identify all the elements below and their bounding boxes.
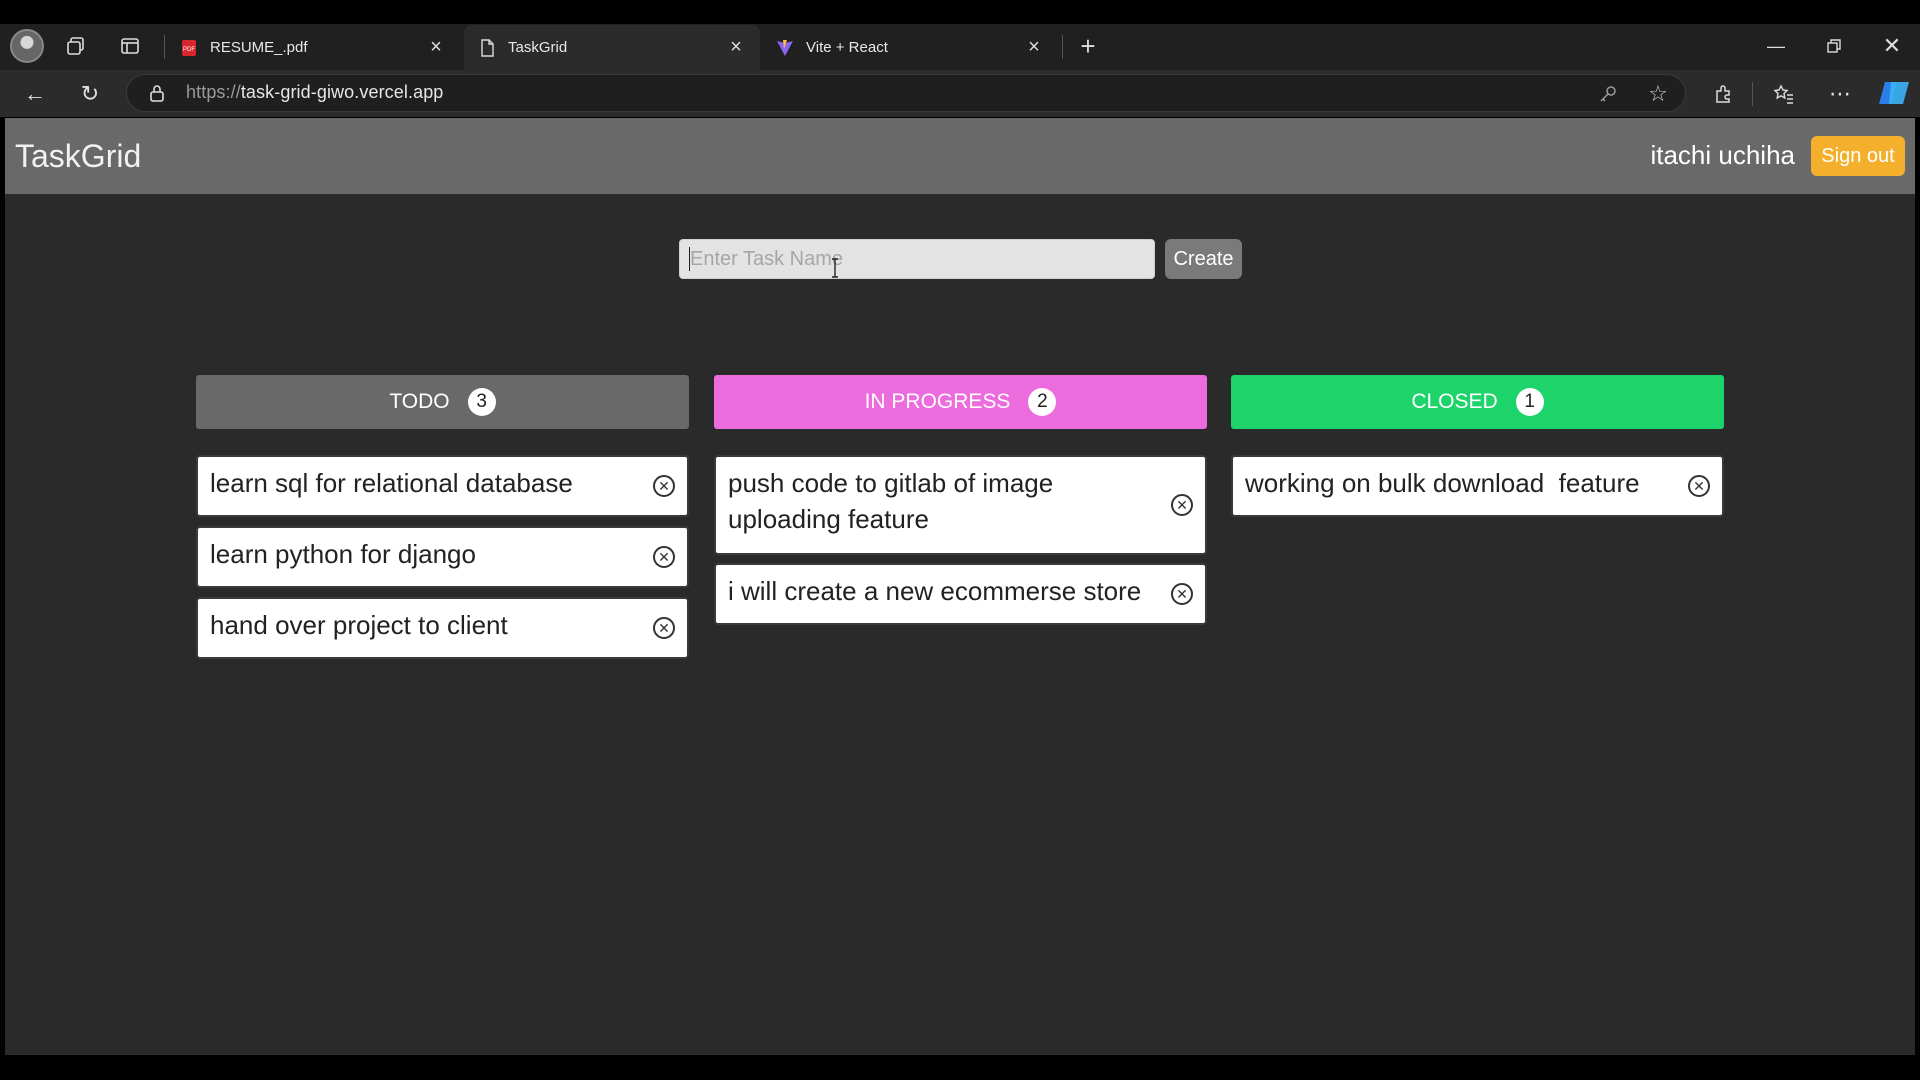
task-text: working on bulk download feature [1245, 468, 1640, 498]
favorite-star-icon[interactable]: ☆ [1644, 80, 1672, 108]
tab-label: TaskGrid [508, 39, 568, 56]
url-host: task-grid-giwo.vercel.app [240, 82, 444, 102]
task-card[interactable]: learn python for django ✕ [196, 526, 689, 588]
task-card[interactable]: i will create a new ecommerse store ✕ [714, 563, 1207, 625]
svg-text:PDF: PDF [183, 47, 195, 53]
tab-separator [1062, 35, 1063, 59]
url-protocol: https:// [186, 82, 241, 102]
app-brand: TaskGrid [15, 138, 142, 174]
toolbar-separator [1752, 82, 1753, 106]
tab-label: Vite + React [806, 39, 888, 56]
page-icon [481, 38, 494, 57]
tab-separator [164, 35, 165, 59]
task-card[interactable]: push code to gitlab of image uploading f… [714, 455, 1207, 555]
minimize-icon[interactable]: — [1756, 28, 1796, 64]
column-title: IN PROGRESS [864, 390, 1011, 413]
task-count-badge: 3 [467, 388, 496, 416]
task-name-input[interactable] [679, 239, 1155, 279]
task-card[interactable]: learn sql for relational database ✕ [196, 455, 689, 517]
app-viewport: TaskGrid itachi uchiha Sign out Create T… [5, 118, 1915, 1055]
new-tab-icon[interactable]: + [1072, 30, 1104, 62]
url-text[interactable]: https://task-grid-giwo.vercel.app [186, 82, 443, 103]
tab-vite-react[interactable]: Vite + React × [762, 25, 1058, 70]
delete-task-icon[interactable]: ✕ [1171, 583, 1193, 605]
tab-label: RESUME_.pdf [210, 39, 308, 56]
column-title: TODO [389, 390, 450, 413]
todo-column-header: TODO 3 [196, 375, 689, 429]
task-text: learn python for django [210, 539, 476, 569]
refresh-icon[interactable]: ↻ [73, 77, 107, 111]
task-count-badge: 2 [1028, 388, 1057, 416]
delete-task-icon[interactable]: ✕ [1171, 494, 1193, 516]
user-name: itachi uchiha [1650, 140, 1795, 170]
close-tab-icon[interactable]: × [426, 36, 446, 59]
task-card[interactable]: hand over project to client ✕ [196, 597, 689, 659]
tab-taskgrid[interactable]: TaskGrid × [464, 25, 760, 70]
profile-avatar[interactable] [10, 29, 44, 63]
close-window-icon[interactable]: ✕ [1872, 28, 1912, 64]
top-border [0, 0, 1920, 24]
in-progress-column-header: IN PROGRESS 2 [714, 375, 1207, 429]
task-count-badge: 1 [1515, 388, 1544, 416]
extensions-icon[interactable] [1710, 80, 1738, 108]
restore-icon[interactable] [1814, 28, 1854, 64]
app-header: TaskGrid itachi uchiha Sign out [5, 118, 1915, 194]
task-text: hand over project to client [210, 610, 508, 640]
vite-icon [777, 39, 793, 56]
delete-task-icon[interactable]: ✕ [653, 475, 675, 497]
copilot-icon[interactable] [1877, 78, 1911, 108]
workspaces-icon[interactable] [60, 30, 92, 62]
closed-column-header: CLOSED 1 [1231, 375, 1724, 429]
create-task-button[interactable]: Create [1165, 239, 1242, 279]
more-options-icon[interactable]: ⋯ [1826, 80, 1854, 108]
column-title: CLOSED [1411, 390, 1498, 413]
task-card[interactable]: working on bulk download feature ✕ [1231, 455, 1724, 517]
tab-resume-pdf[interactable]: PDF RESUME_.pdf × [166, 25, 460, 70]
vertical-tabs-icon[interactable] [114, 30, 146, 62]
close-tab-icon[interactable]: × [1024, 36, 1044, 59]
delete-task-icon[interactable]: ✕ [653, 617, 675, 639]
task-text: i will create a new ecommerse store [728, 576, 1142, 606]
back-arrow-icon[interactable]: ← [18, 77, 52, 111]
lock-icon[interactable] [148, 84, 166, 102]
text-cursor-icon [832, 258, 838, 278]
task-text: push code to gitlab of image uploading f… [728, 468, 1054, 534]
sign-out-button[interactable]: Sign out [1811, 136, 1905, 176]
delete-task-icon[interactable]: ✕ [653, 546, 675, 568]
text-caret [689, 247, 690, 271]
task-text: learn sql for relational database [210, 468, 573, 498]
pdf-icon: PDF [182, 39, 196, 56]
key-icon[interactable] [1594, 80, 1622, 108]
close-tab-icon[interactable]: × [726, 36, 746, 59]
delete-task-icon[interactable]: ✕ [1688, 475, 1710, 497]
favorites-list-icon[interactable] [1770, 80, 1798, 108]
